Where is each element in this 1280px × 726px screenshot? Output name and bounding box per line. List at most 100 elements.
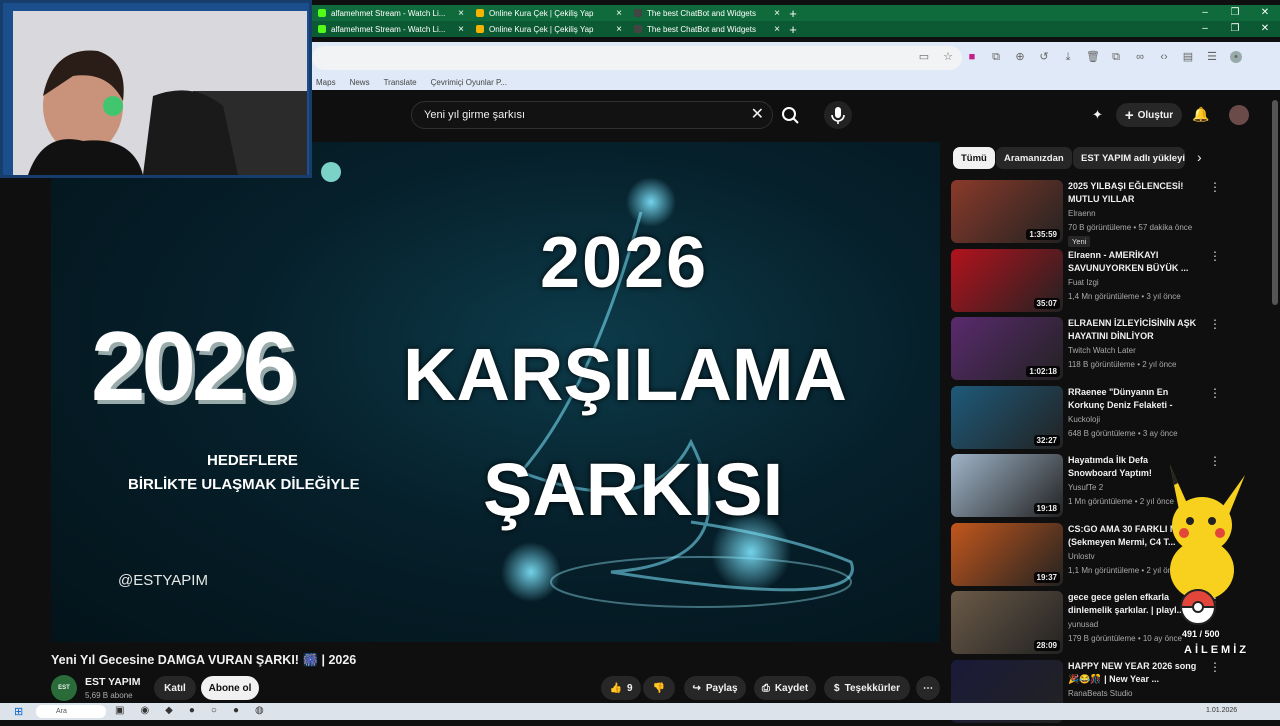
- recommendation-title[interactable]: RRaenee "Dünyanın En Korkunç Deniz Felak…: [1068, 386, 1198, 413]
- like-button[interactable]: 👍 9: [601, 676, 641, 700]
- history-icon[interactable]: ↺: [1038, 51, 1050, 63]
- windows-start-icon[interactable]: ⊞: [14, 705, 23, 718]
- new-tab-button[interactable]: +: [786, 6, 800, 21]
- minimize-icon[interactable]: –: [1190, 21, 1220, 37]
- recommendation-title[interactable]: 2025 YILBAŞI EĞLENCESİ! MUTLU YILLAR: [1068, 180, 1198, 206]
- bookmark-translate[interactable]: Translate: [384, 78, 417, 87]
- puzzle-icon[interactable]: ⧉: [990, 51, 1002, 63]
- profile-icon[interactable]: •: [1230, 51, 1242, 63]
- video-duration: 1:02:18: [1026, 366, 1060, 377]
- recommendation-channel[interactable]: Elraenn: [1068, 209, 1096, 218]
- recommendation-channel[interactable]: Twitch Watch Later: [1068, 346, 1136, 355]
- close-tab-icon[interactable]: ×: [458, 8, 464, 19]
- browser-tab[interactable]: The best ChatBot and Widgets ×: [628, 21, 786, 37]
- video-thumbnail[interactable]: 19:18: [951, 454, 1063, 517]
- pin-icon[interactable]: ⊕: [1014, 51, 1026, 63]
- star-icon[interactable]: ☆: [942, 51, 954, 63]
- more-icon: ⋯: [923, 682, 933, 694]
- more-options-icon[interactable]: ⋮: [1209, 317, 1221, 331]
- create-button[interactable]: + Oluştur: [1116, 103, 1182, 127]
- join-button[interactable]: Katıl: [154, 676, 196, 700]
- thanks-button[interactable]: $ Teşekkürler: [824, 676, 910, 700]
- video-thumbnail[interactable]: 19:37: [951, 522, 1063, 586]
- recommendation-title[interactable]: ELRAENN İZLEYİCİSİNİN AŞK HAYATINI DİNLİ…: [1068, 317, 1198, 343]
- chip-from-search[interactable]: Aramanızdan: [996, 147, 1072, 169]
- recommendation-channel[interactable]: yunusad: [1068, 620, 1098, 629]
- recommendation-channel[interactable]: Unlostv: [1068, 552, 1095, 561]
- recommendation-title[interactable]: HAPPY NEW YEAR 2026 song 🎉😂🎊 | New Year …: [1068, 660, 1198, 686]
- webcam-feed: [13, 11, 307, 175]
- new-tab-button[interactable]: +: [786, 22, 800, 37]
- cast-button[interactable]: ✦: [1092, 107, 1110, 123]
- save-button[interactable]: ⎙ Kaydet: [754, 676, 816, 700]
- more-options-icon[interactable]: ⋮: [1209, 249, 1221, 263]
- copy-icon[interactable]: ⧉: [1110, 51, 1122, 63]
- taskbar-app-icons[interactable]: ▣◉◆●○●◍: [115, 705, 280, 716]
- recommendation-channel[interactable]: Fuat Izgi: [1068, 278, 1099, 287]
- subtext-line2: BİRLİKTE ULAŞMAK DİLEĞİYLE: [128, 476, 360, 493]
- close-window-icon[interactable]: ✕: [1250, 5, 1280, 21]
- extension-icon[interactable]: ■: [966, 51, 978, 63]
- channel-avatar[interactable]: EST: [51, 675, 77, 701]
- close-window-icon[interactable]: ✕: [1250, 21, 1280, 37]
- chip-all[interactable]: Tümü: [953, 147, 995, 169]
- more-options-icon[interactable]: ⋮: [1209, 386, 1221, 400]
- bookmark-games[interactable]: Çevrimiçi Oyunlar P...: [431, 78, 507, 87]
- download-icon[interactable]: ⤓: [1062, 51, 1074, 63]
- recommendation-item[interactable]: 1:02:18 ELRAENN İZLEYİCİSİNİN AŞK HAYATIN…: [951, 317, 1251, 383]
- trash-icon[interactable]: 🗑: [1086, 51, 1100, 63]
- address-bar[interactable]: [312, 46, 962, 70]
- voice-search-button[interactable]: [824, 101, 852, 129]
- chip-uploader[interactable]: EST YAPIM adlı yükleyic: [1073, 147, 1185, 169]
- sidebar-icon[interactable]: ▤: [1182, 51, 1194, 63]
- recommendation-item[interactable]: 32:27 RRaenee "Dünyanın En Korkunç Deniz …: [951, 385, 1251, 452]
- restore-icon[interactable]: ❐: [1220, 21, 1250, 37]
- video-thumbnail[interactable]: 28:09: [951, 591, 1063, 654]
- chevron-right-icon[interactable]: ›: [1197, 149, 1202, 165]
- close-tab-icon[interactable]: ×: [774, 24, 780, 35]
- settings-icon[interactable]: ☰: [1206, 51, 1218, 63]
- taskbar-search[interactable]: Ara: [36, 705, 106, 718]
- notifications-button[interactable]: 🔔: [1192, 106, 1209, 123]
- link-icon[interactable]: ∞: [1134, 51, 1146, 63]
- recommendation-channel[interactable]: Kuckoloji: [1068, 415, 1100, 424]
- bookmark-news[interactable]: News: [350, 78, 370, 87]
- scrollbar[interactable]: [1272, 100, 1278, 305]
- tab-favicon-icon: [634, 25, 642, 33]
- channel-name[interactable]: EST YAPIM: [85, 676, 140, 688]
- share-button[interactable]: ↪ Paylaş: [684, 676, 746, 700]
- restore-icon[interactable]: ❐: [1220, 5, 1250, 21]
- close-tab-icon[interactable]: ×: [616, 24, 622, 35]
- video-thumbnail[interactable]: 1:35:59: [951, 180, 1063, 243]
- recommendation-item[interactable]: 35:07 Elraenn - AMERİKAYI SAVUNUYORKEN BÜ…: [951, 248, 1251, 315]
- account-avatar[interactable]: [1229, 105, 1249, 125]
- browser-tab[interactable]: Online Kura Çek | Çekiliş Yap ×: [470, 5, 628, 21]
- code-icon[interactable]: ‹›: [1158, 51, 1170, 63]
- dislike-button[interactable]: 👎: [643, 676, 675, 700]
- subscribe-button[interactable]: Abone ol: [201, 676, 259, 700]
- browser-tab[interactable]: alfamehmet Stream - Watch Li... ×: [312, 5, 470, 21]
- minimize-icon[interactable]: –: [1190, 5, 1220, 21]
- recommendation-title[interactable]: Elraenn - AMERİKAYI SAVUNUYORKEN BÜYÜK .…: [1068, 249, 1198, 275]
- bookmark-maps[interactable]: Maps: [316, 78, 336, 87]
- recommendation-channel[interactable]: RanaBeats Studio: [1068, 689, 1133, 698]
- clear-search-icon[interactable]: ✕: [751, 102, 764, 128]
- more-actions-button[interactable]: ⋯: [916, 676, 940, 700]
- video-player[interactable]: 2026 KARŞILAMA ŞARKISI 2026 HEDEFLERE Bİ…: [51, 142, 940, 642]
- close-tab-icon[interactable]: ×: [774, 8, 780, 19]
- browser-tab[interactable]: alfamehmet Stream - Watch Li... ×: [312, 21, 470, 37]
- video-thumbnail[interactable]: 35:07: [951, 248, 1063, 312]
- close-tab-icon[interactable]: ×: [616, 8, 622, 19]
- more-options-icon[interactable]: ⋮: [1209, 660, 1221, 674]
- recommendation-item[interactable]: 1:35:59 2025 YILBAŞI EĞLENCESİ! MUTLU YIL…: [951, 180, 1251, 247]
- more-options-icon[interactable]: ⋮: [1209, 180, 1221, 194]
- video-thumbnail[interactable]: 32:27: [951, 385, 1063, 449]
- browser-tab[interactable]: Online Kura Çek | Çekiliş Yap ×: [470, 21, 628, 37]
- search-input[interactable]: Yeni yıl girme şarkısı ✕: [411, 101, 773, 129]
- search-button[interactable]: [776, 101, 806, 129]
- recommendation-channel[interactable]: YusufTe 2: [1068, 483, 1103, 492]
- browser-tab[interactable]: The best ChatBot and Widgets ×: [628, 5, 786, 21]
- video-thumbnail[interactable]: 1:02:18: [951, 317, 1063, 380]
- close-tab-icon[interactable]: ×: [458, 24, 464, 35]
- cast-icon[interactable]: ▭: [918, 51, 930, 63]
